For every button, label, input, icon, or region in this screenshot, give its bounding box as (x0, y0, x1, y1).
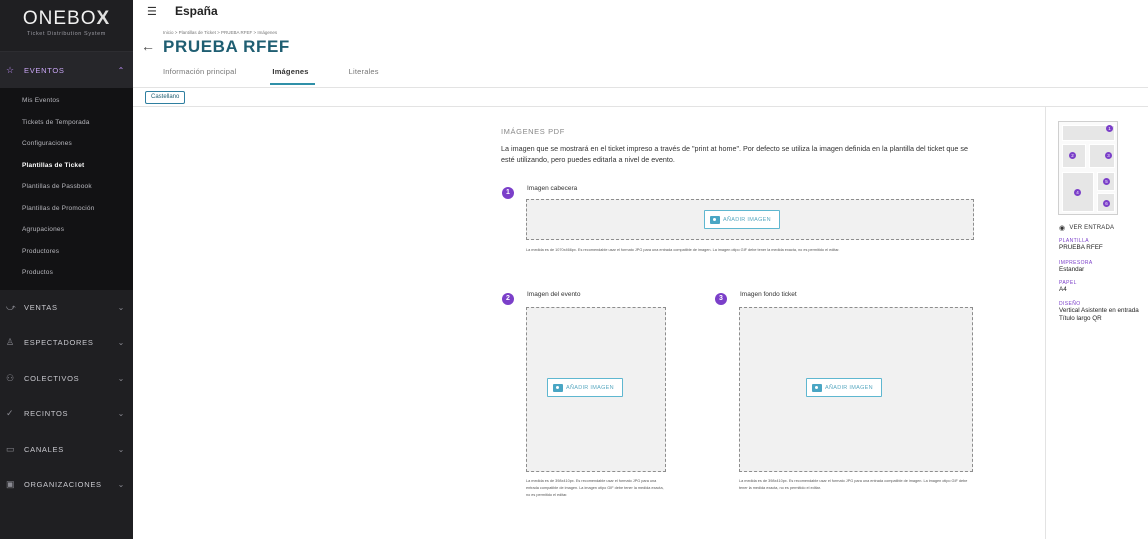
page-header: ☰ España Inicio > Plantillas de Ticket >… (133, 0, 1148, 88)
slot-label-cabecera: Imagen cabecera (527, 185, 578, 192)
meta-plantilla: PLANTILLA PRUEBA RFEF (1059, 238, 1145, 252)
nav-label: EVENTOS (24, 65, 65, 75)
nav-espectadores[interactable]: ♙ ESPECTADORES ⌄ (0, 325, 133, 361)
meta-value: Estandar (1059, 266, 1085, 273)
meta-impresora: IMPRESORA Estandar (1059, 260, 1145, 274)
sidebar: ONEBOX Ticket Distribution System ☆ EVEN… (0, 0, 133, 539)
nav-label: COLECTIVOS (24, 373, 80, 383)
button-label: AÑADIR IMAGEN (723, 216, 771, 223)
camera-icon (553, 383, 563, 392)
camera-icon (710, 215, 720, 224)
thumb-marker-4: 4 (1074, 189, 1081, 196)
venue-icon: ✓ (6, 408, 15, 419)
nav-canales[interactable]: ▭ CANALES ⌄ (0, 432, 133, 468)
meta-value: Vertical Asistente en entrada Título lar… (1059, 307, 1139, 322)
nav-sections: ⤻ VENTAS ⌄ ♙ ESPECTADORES ⌄ ⚇ COLECTIVOS… (0, 290, 133, 503)
nav-colectivos[interactable]: ⚇ COLECTIVOS ⌄ (0, 361, 133, 397)
logo-area[interactable]: ONEBOX Ticket Distribution System (0, 0, 133, 52)
nav-eventos[interactable]: ☆ EVENTOS ⌃ (0, 52, 133, 88)
step-number-1: 1 (502, 187, 514, 199)
nav-label: ESPECTADORES (24, 338, 94, 348)
button-label: AÑADIR IMAGEN (566, 384, 614, 391)
sub-item-productos[interactable]: Productos (0, 262, 133, 284)
sales-icon: ⤻ (6, 301, 17, 312)
dropzone-evento[interactable]: AÑADIR IMAGEN (526, 307, 666, 472)
country-title: España (175, 4, 218, 18)
sub-item-plantillas-promocion[interactable]: Plantillas de Promoción (0, 198, 133, 220)
sub-item-configuraciones[interactable]: Configuraciones (0, 133, 133, 155)
slot-label-evento: Imagen del evento (527, 291, 581, 298)
meta-value: A4 (1059, 286, 1067, 293)
chevron-up-icon: ⌃ (117, 65, 125, 75)
hamburger-menu-icon[interactable]: ☰ (147, 5, 157, 18)
view-ticket-label: VER ENTRADA (1069, 225, 1115, 231)
meta-diseno: DISEÑO Vertical Asistente en entrada Tít… (1059, 301, 1145, 322)
dropzone-fondo[interactable]: AÑADIR IMAGEN (739, 307, 973, 472)
slot-note-evento: La medida es de 398x410px. Es recomendab… (526, 479, 664, 497)
meta-papel: PAPEL A4 (1059, 280, 1145, 294)
ticket-preview-panel: 1 2 3 4 5 6 ◉ VER ENTRADA PLANTILLA PRUE… (1045, 107, 1148, 539)
chevron-down-icon: ⌄ (117, 338, 125, 348)
sub-item-tickets-temporada[interactable]: Tickets de Temporada (0, 112, 133, 134)
thumb-marker-1: 1 (1106, 125, 1113, 132)
nav-recintos[interactable]: ✓ RECINTOS ⌄ (0, 396, 133, 432)
monitor-icon: ▭ (6, 443, 16, 454)
eye-icon: ◉ (1059, 225, 1066, 232)
tab-informacion-principal[interactable]: Información principal (163, 67, 236, 85)
nav-ventas[interactable]: ⤻ VENTAS ⌄ (0, 290, 133, 326)
logo: ONEBOX (22, 8, 111, 29)
slot-note-fondo: La medida es de 398x410px. Es recomendab… (739, 479, 968, 490)
thumb-marker-3: 3 (1105, 152, 1112, 159)
thumb-marker-6: 6 (1103, 200, 1110, 207)
thumb-marker-5: 5 (1103, 178, 1110, 185)
nav-organizaciones[interactable]: ▣ ORGANIZACIONES ⌄ (0, 467, 133, 503)
breadcrumb[interactable]: Inicio > Plantillas de Ticket > PRUEBA R… (163, 30, 277, 35)
ticket-thumbnail[interactable]: 1 2 3 4 5 6 (1058, 121, 1118, 215)
building-icon: ▣ (6, 479, 16, 490)
view-ticket-link[interactable]: ◉ VER ENTRADA (1059, 224, 1114, 232)
section-description: La imagen que se mostrará en el ticket i… (501, 144, 968, 164)
logo-subtitle: Ticket Distribution System (27, 31, 106, 37)
sub-item-plantillas-passbook[interactable]: Plantillas de Passbook (0, 176, 133, 198)
language-button[interactable]: Castellano (145, 91, 186, 104)
camera-icon (812, 383, 822, 392)
tab-literales[interactable]: Literales (349, 67, 379, 85)
page-title: PRUEBA RFEF (163, 37, 290, 56)
chevron-down-icon: ⌄ (117, 373, 125, 383)
dropzone-cabecera[interactable]: AÑADIR IMAGEN (526, 199, 974, 240)
section-title: IMÁGENES PDF (501, 127, 565, 136)
tab-bar: Información principal Imágenes Literales (163, 67, 413, 85)
language-bar: Castellano (133, 88, 1148, 107)
sub-item-productores[interactable]: Productores (0, 241, 133, 263)
sub-item-mis-eventos[interactable]: Mis Eventos (0, 90, 133, 112)
chevron-down-icon: ⌄ (117, 409, 125, 419)
add-image-button-fondo[interactable]: AÑADIR IMAGEN (806, 378, 882, 397)
add-image-button-evento[interactable]: AÑADIR IMAGEN (547, 378, 623, 397)
group-icon: ⚇ (6, 372, 15, 383)
sub-item-agrupaciones[interactable]: Agrupaciones (0, 219, 133, 241)
chevron-down-icon: ⌄ (117, 444, 125, 454)
chevron-down-icon: ⌄ (117, 480, 125, 490)
slot-note-cabecera: La medida es de 1070x466px. Es recomenda… (526, 248, 840, 252)
slot-label-fondo: Imagen fondo ticket (740, 291, 797, 298)
user-icon: ♙ (6, 337, 15, 348)
star-icon: ☆ (6, 64, 15, 75)
meta-value: PRUEBA RFEF (1059, 244, 1103, 251)
add-image-button-cabecera[interactable]: AÑADIR IMAGEN (704, 210, 780, 229)
main-content: IMÁGENES PDF La imagen que se mostrará e… (133, 107, 1045, 539)
nav-label: VENTAS (24, 302, 58, 312)
back-arrow-icon[interactable]: ← (141, 38, 155, 54)
tab-imagenes[interactable]: Imágenes (270, 67, 315, 85)
eventos-submenu: Mis Eventos Tickets de Temporada Configu… (0, 88, 133, 290)
step-number-3: 3 (715, 293, 727, 305)
nav-label: ORGANIZACIONES (24, 480, 102, 490)
thumb-marker-2: 2 (1069, 152, 1076, 159)
step-number-2: 2 (502, 293, 514, 305)
nav-label: RECINTOS (24, 409, 69, 419)
button-label: AÑADIR IMAGEN (825, 384, 873, 391)
nav-label: CANALES (24, 444, 64, 454)
chevron-down-icon: ⌄ (117, 302, 125, 312)
sub-item-plantillas-ticket[interactable]: Plantillas de Ticket (0, 155, 133, 177)
